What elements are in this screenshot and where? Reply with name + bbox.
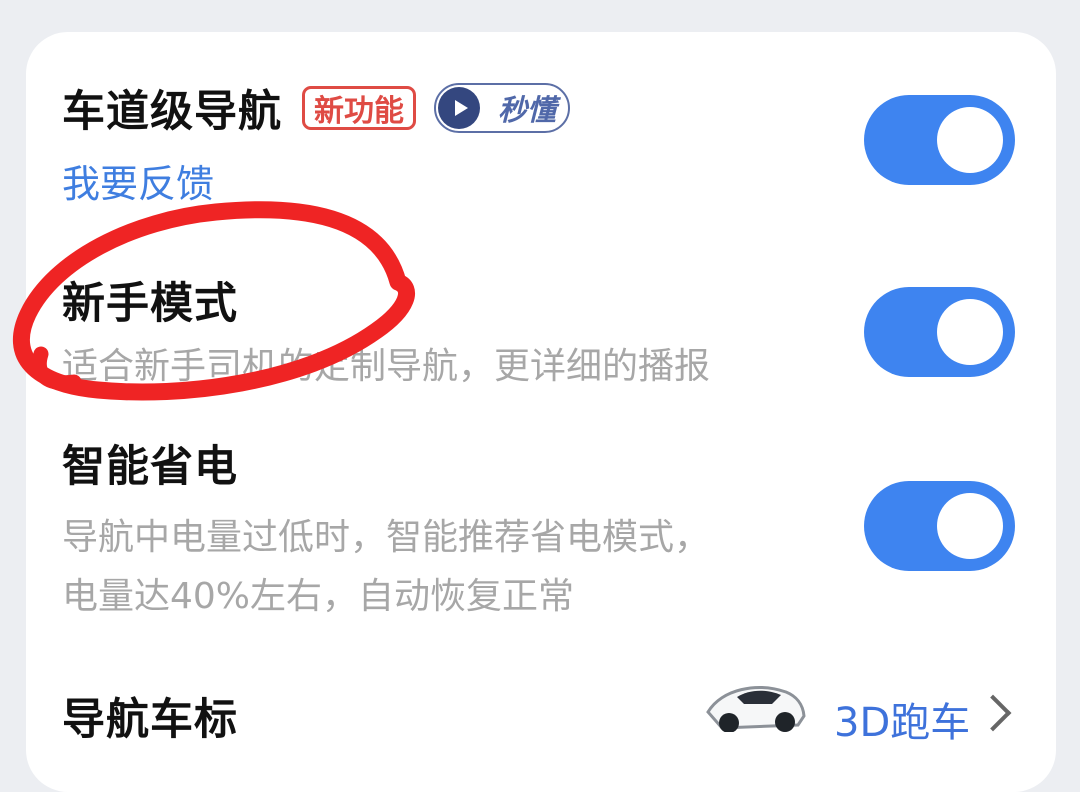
novice-mode-row: 新手模式 适合新手司机的定制导航，更详细的播报 xyxy=(26,257,1056,417)
nav-car-icon-value[interactable]: 3D跑车 xyxy=(834,690,970,748)
smart-power-saving-description-line2: 电量达40%左右，自动恢复正常 xyxy=(62,576,575,617)
novice-mode-title: 新手模式 xyxy=(62,279,238,329)
smart-power-saving-description-line1: 导航中电量过低时，智能推荐省电模式， xyxy=(62,517,711,558)
nav-car-icon-title-line: 导航车标 xyxy=(62,689,238,745)
smart-power-saving-toggle[interactable] xyxy=(864,481,1015,571)
feedback-link[interactable]: 我要反馈 xyxy=(62,153,214,208)
lane-navigation-row: 车道级导航 新功能 秒懂 我要反馈 xyxy=(26,32,1056,222)
video-explainer-button[interactable]: 秒懂 xyxy=(434,83,570,133)
novice-mode-title-line: 新手模式 xyxy=(62,273,238,329)
smart-power-saving-title: 智能省电 xyxy=(62,442,238,492)
toggle-knob xyxy=(937,493,1003,559)
toggle-knob xyxy=(937,299,1003,365)
novice-mode-toggle[interactable] xyxy=(864,287,1015,377)
smart-power-saving-title-line: 智能省电 xyxy=(62,436,238,492)
video-explainer-label: 秒懂 xyxy=(497,93,556,127)
toggle-knob xyxy=(937,107,1003,173)
settings-card: 车道级导航 新功能 秒懂 我要反馈 新手模式 适合新手司机的定制导航，更详细的播… xyxy=(26,32,1056,792)
smart-power-saving-row: 智能省电 导航中电量过低时，智能推荐省电模式， 电量达40%左右，自动恢复正常 xyxy=(26,434,1056,644)
novice-mode-description: 适合新手司机的定制导航，更详细的播报 xyxy=(62,346,711,387)
lane-navigation-title: 车道级导航 xyxy=(62,87,282,137)
sports-car-thumbnail xyxy=(706,686,806,732)
new-feature-badge: 新功能 xyxy=(302,86,416,130)
play-icon xyxy=(438,87,480,129)
lane-navigation-title-line: 车道级导航 新功能 秒懂 xyxy=(62,79,570,137)
lane-navigation-toggle[interactable] xyxy=(864,95,1015,185)
nav-car-icon-title: 导航车标 xyxy=(62,695,238,745)
